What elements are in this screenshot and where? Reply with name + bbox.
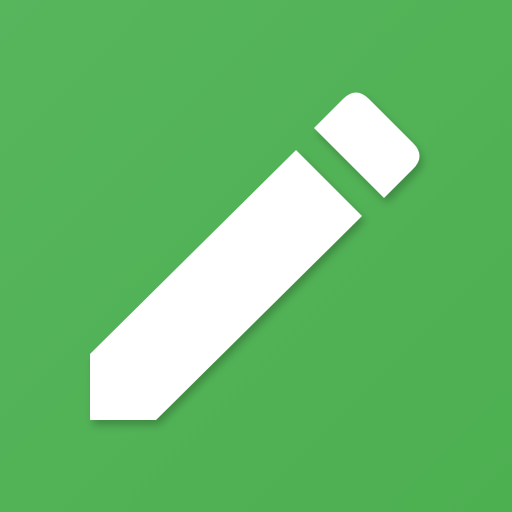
pencil-icon [90, 92, 420, 420]
pencil-body [90, 150, 362, 420]
pencil-eraser [314, 92, 420, 198]
app-icon [0, 0, 512, 512]
